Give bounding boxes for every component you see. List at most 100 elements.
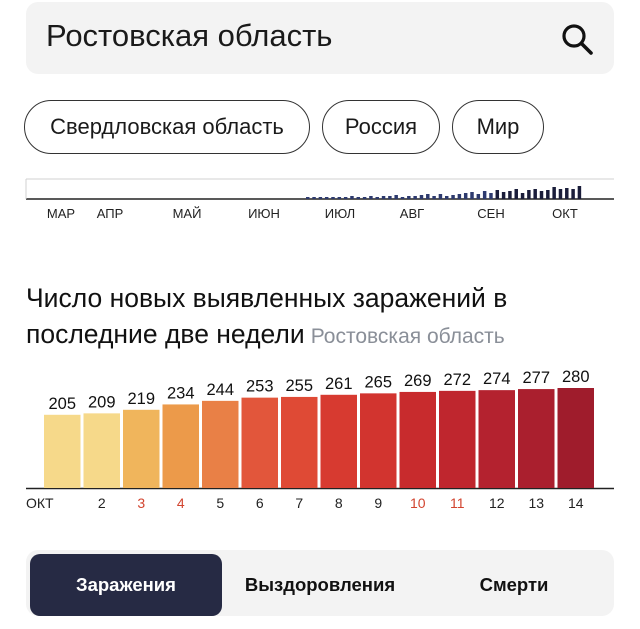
timeline-bar — [501, 192, 506, 199]
chart-bar — [83, 413, 120, 488]
timeline-bar — [413, 196, 417, 199]
chart-value-label: 244 — [206, 381, 234, 399]
chart-value-label: 277 — [522, 369, 550, 387]
timeline-bar — [558, 189, 563, 199]
timeline-bar — [552, 187, 556, 199]
chart-tick-label: 8 — [335, 495, 343, 511]
timeline-bar — [489, 193, 493, 199]
timeline-bar — [565, 188, 569, 199]
chart-tick-label: 9 — [374, 495, 382, 511]
chart-bar — [281, 396, 318, 488]
timeline-month-label: ИЮЛ — [325, 206, 355, 221]
chart-bar — [202, 400, 239, 488]
timeline-bar — [527, 190, 531, 199]
timeline-bar — [350, 196, 354, 199]
tab-deaths[interactable]: Смерти — [418, 554, 610, 616]
timeline-bar — [445, 196, 449, 199]
timeline-bar — [306, 197, 310, 199]
timeline-bar — [451, 195, 455, 199]
timeline-bar — [381, 196, 386, 199]
timeline-bar — [356, 197, 361, 199]
chart-tick-label: 2 — [98, 495, 106, 511]
timeline-bar — [457, 194, 462, 199]
timeline-bar — [571, 189, 575, 199]
chart-tick-label: 14 — [568, 495, 584, 511]
timeline-bar — [438, 194, 443, 199]
timeline-bar — [407, 196, 411, 199]
chart-value-label: 272 — [443, 371, 471, 389]
tab-infections[interactable]: Заражения — [30, 554, 222, 616]
chip-world[interactable]: Мир — [452, 100, 544, 154]
chart-value-label: 253 — [246, 378, 274, 396]
chart-region: Ростовская область — [310, 325, 505, 348]
timeline-svg: МАР АПР МАЙ ИЮН ИЮЛ АВГ СЕН ОКТ — [25, 178, 614, 221]
chart-bar — [162, 404, 199, 488]
timeline-month-label: СЕН — [477, 206, 504, 221]
chart-tick-label: 5 — [216, 495, 224, 511]
search-bar[interactable]: Ростовская область — [26, 2, 614, 74]
chart-value-label: 280 — [562, 368, 590, 386]
timeline-bar — [369, 196, 373, 199]
chart-tick-label: 4 — [177, 495, 185, 511]
timeline-bar — [400, 197, 405, 199]
chart-value-label: 205 — [48, 395, 76, 413]
chart-bar — [360, 393, 397, 488]
timeline-bar — [463, 193, 468, 199]
timeline-bar — [577, 186, 582, 199]
chart-tick-label: 10 — [410, 495, 426, 511]
timeline-bar — [533, 189, 537, 199]
chart-value-label: 255 — [285, 377, 313, 395]
timeline-bar — [432, 196, 436, 199]
timeline-bar — [514, 189, 518, 199]
chart-bar — [44, 414, 81, 488]
timeline-bar — [470, 192, 474, 199]
chart-bar — [399, 391, 436, 488]
chart-value-label: 219 — [127, 390, 155, 408]
chart-bar — [518, 389, 555, 488]
chart-bar — [320, 394, 357, 488]
chart-tick-label: 13 — [528, 495, 544, 511]
search-input[interactable]: Ростовская область — [46, 18, 332, 54]
chart-value-label: 261 — [325, 375, 353, 393]
timeline-bar — [337, 197, 342, 199]
timeline-bar — [508, 191, 512, 199]
timeline-bar — [539, 191, 544, 199]
timeline-bar — [312, 197, 316, 199]
chip-sverdlovsk[interactable]: Свердловская область — [24, 100, 310, 154]
timeline-bar — [495, 190, 500, 199]
tab-recoveries[interactable]: Выздоровления — [224, 554, 416, 616]
timeline-overview[interactable]: МАР АПР МАЙ ИЮН ИЮЛ АВГ СЕН ОКТ — [0, 172, 640, 228]
timeline-month-label: МАР — [47, 206, 75, 221]
chart-tick-label: 7 — [295, 495, 303, 511]
chip-russia[interactable]: Россия — [322, 100, 440, 154]
chart-bar — [123, 409, 160, 488]
chart-tick-label: ОКТ — [26, 495, 54, 511]
chart-bar — [439, 390, 476, 488]
timeline-bar — [362, 197, 367, 199]
timeline-bar — [331, 197, 335, 199]
chart-tick-label: 11 — [450, 495, 465, 511]
timeline-bar — [546, 190, 550, 199]
search-icon[interactable] — [560, 22, 594, 56]
timeline-bar — [419, 195, 424, 199]
chart-svg: 205 ОКТ 209 2 219 3 234 4 244 5 253 6 255 7 261 8 265 9 26… — [26, 368, 614, 511]
timeline-bar — [343, 197, 348, 199]
timeline-bar — [318, 197, 323, 199]
chart-tick-label: 12 — [489, 495, 505, 511]
timeline-bar — [394, 195, 398, 199]
chart-bar — [557, 388, 594, 488]
timeline-bar — [476, 194, 481, 199]
timeline-month-label: АПР — [97, 206, 124, 221]
timeline-month-label: ОКТ — [552, 206, 578, 221]
chart-value-label: 274 — [483, 370, 511, 388]
timeline-bar — [520, 193, 525, 199]
chart-value-label: 209 — [88, 393, 116, 411]
chart-heading: Число новых выявленных заражений в после… — [26, 280, 626, 355]
timeline-bar — [388, 196, 392, 199]
metric-tabs: Заражения Выздоровления Смерти — [26, 550, 614, 616]
chart-bar — [241, 397, 278, 488]
timeline-month-label: АВГ — [400, 206, 424, 221]
chart-value-label: 269 — [404, 372, 432, 390]
chart-tick-label: 3 — [137, 495, 145, 511]
timeline-bar — [324, 197, 329, 199]
